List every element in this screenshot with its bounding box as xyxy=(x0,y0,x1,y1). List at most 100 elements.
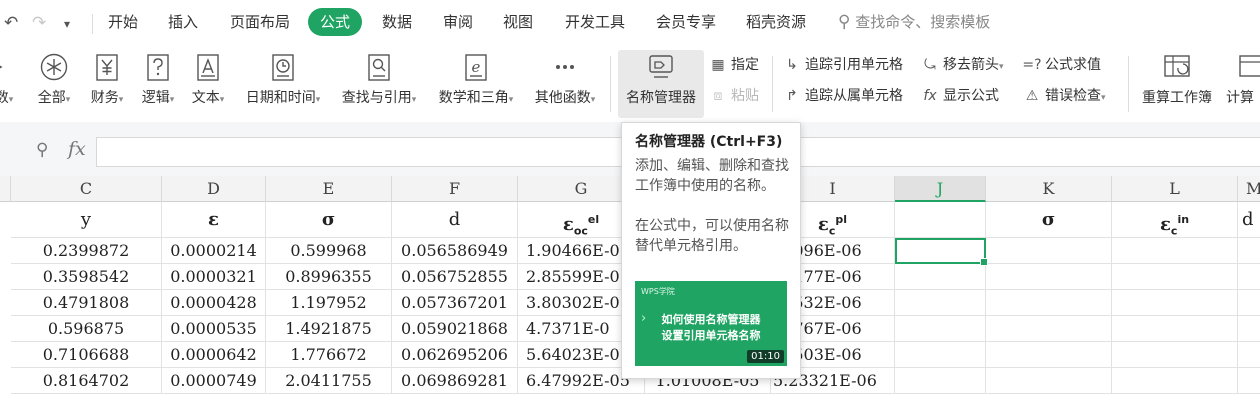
cell-e1[interactable]: 0.599968 xyxy=(266,238,392,264)
zoom-icon[interactable]: ⚲ xyxy=(36,140,48,160)
chevron-down-icon[interactable]: ▾ xyxy=(64,17,70,31)
cell-l3[interactable] xyxy=(1112,290,1238,316)
cell-d2[interactable]: 0.0000321 xyxy=(162,264,266,290)
cell-k6[interactable] xyxy=(986,368,1112,394)
active-cell-cursor[interactable] xyxy=(895,238,988,266)
header-cell-d[interactable]: d xyxy=(392,202,518,238)
column-header-j[interactable]: J xyxy=(895,176,986,202)
header-cell-j[interactable] xyxy=(895,202,986,238)
cell-d3[interactable]: 0.0000428 xyxy=(162,290,266,316)
cell-c1[interactable]: 0.2399872 xyxy=(11,238,162,264)
column-header-f[interactable]: F xyxy=(392,176,518,202)
cell-j3[interactable] xyxy=(895,290,986,316)
cell-l6[interactable] xyxy=(1112,368,1238,394)
tab-review[interactable]: 审阅 xyxy=(443,8,473,36)
remove-arrows-button[interactable]: ⤿ 移去箭头▾ xyxy=(920,53,1003,77)
cell-m2[interactable] xyxy=(1238,264,1260,290)
search-box[interactable]: ⚲ 查找命令、搜索模板 xyxy=(838,8,990,36)
cell-e6[interactable]: 2.0411755 xyxy=(266,368,392,394)
header-cell-epsilon-c-in[interactable]: εcin xyxy=(1112,202,1238,238)
cell-j6[interactable] xyxy=(895,368,986,394)
recalculate-workbook-button[interactable]: 重算工作簿 xyxy=(1136,50,1218,118)
header-cell-sigma-k[interactable]: σ xyxy=(986,202,1112,238)
cell-m5[interactable] xyxy=(1238,342,1260,368)
cell-f5[interactable]: 0.062695206 xyxy=(392,342,518,368)
cell-d5[interactable]: 0.0000642 xyxy=(162,342,266,368)
insert-function-button[interactable]: 数▾ xyxy=(0,50,24,118)
cell-l4[interactable] xyxy=(1112,316,1238,342)
cell-c3[interactable]: 0.4791808 xyxy=(11,290,162,316)
header-cell-sigma[interactable]: σ xyxy=(266,202,392,238)
cell-k1[interactable] xyxy=(986,238,1112,264)
cell-k5[interactable] xyxy=(986,342,1112,368)
math-trig-button[interactable]: e 数学和三角▾ xyxy=(432,50,520,118)
trace-dependents-button[interactable]: ↱ 追踪从属单元格 xyxy=(782,84,903,108)
cell-d6[interactable]: 0.0000749 xyxy=(162,368,266,394)
insert-function-icon[interactable]: fx xyxy=(68,138,86,160)
cell-m4[interactable] xyxy=(1238,316,1260,342)
tab-view[interactable]: 视图 xyxy=(503,8,533,36)
cell-l5[interactable] xyxy=(1112,342,1238,368)
cell-m3[interactable] xyxy=(1238,290,1260,316)
cell-f2[interactable]: 0.056752855 xyxy=(392,264,518,290)
cell-j2[interactable] xyxy=(895,264,986,290)
cell-f6[interactable]: 0.069869281 xyxy=(392,368,518,394)
cell-e2[interactable]: 0.8996355 xyxy=(266,264,392,290)
cell-f4[interactable]: 0.059021868 xyxy=(392,316,518,342)
cell-c6[interactable]: 0.8164702 xyxy=(11,368,162,394)
column-header-k[interactable]: K xyxy=(986,176,1112,202)
column-header-c[interactable]: C xyxy=(11,176,162,202)
fill-handle[interactable] xyxy=(980,258,988,266)
logical-button[interactable]: 逻辑▾ xyxy=(136,50,180,118)
error-checking-button[interactable]: ⚠ 错误检查▾ xyxy=(1022,84,1106,108)
cell-c5[interactable]: 0.7106688 xyxy=(11,342,162,368)
trace-precedents-button[interactable]: ↳ 追踪引用单元格 xyxy=(782,53,903,77)
cell-e4[interactable]: 1.4921875 xyxy=(266,316,392,342)
cell-l2[interactable] xyxy=(1112,264,1238,290)
more-functions-button[interactable]: 其他函数▾ xyxy=(528,50,602,118)
financial-button[interactable]: 财务▾ xyxy=(84,50,130,118)
paste-name-button[interactable]: ⧈ 粘贴 xyxy=(708,84,759,108)
cell-f3[interactable]: 0.057367201 xyxy=(392,290,518,316)
cell-c4[interactable]: 0.596875 xyxy=(11,316,162,342)
text-functions-button[interactable]: 文本▾ xyxy=(186,50,230,118)
cell-l1[interactable] xyxy=(1112,238,1238,264)
cell-j4[interactable] xyxy=(895,316,986,342)
cell-e5[interactable]: 1.776672 xyxy=(266,342,392,368)
all-functions-button[interactable]: 全部▾ xyxy=(32,50,76,118)
header-cell-y[interactable]: y xyxy=(11,202,162,238)
cell-k2[interactable] xyxy=(986,264,1112,290)
column-header-m[interactable]: M xyxy=(1238,176,1260,202)
cell-k4[interactable] xyxy=(986,316,1112,342)
tab-page-layout[interactable]: 页面布局 xyxy=(230,8,290,36)
redo-icon[interactable]: ↷ xyxy=(32,13,46,33)
cell-f1[interactable]: 0.056586949 xyxy=(392,238,518,264)
name-manager-button[interactable]: 名称管理器 xyxy=(618,50,704,118)
cell-e3[interactable]: 1.197952 xyxy=(266,290,392,316)
column-header-e[interactable]: E xyxy=(266,176,392,202)
evaluate-formula-button[interactable]: =? 公式求值 xyxy=(1022,53,1101,77)
lookup-reference-button[interactable]: 查找与引用▾ xyxy=(334,50,424,118)
cell-k3[interactable] xyxy=(986,290,1112,316)
specify-button[interactable]: ▦ 指定 xyxy=(708,53,759,77)
column-header-d[interactable]: D xyxy=(162,176,266,202)
row-header-corner[interactable] xyxy=(0,176,11,202)
cell-m1[interactable] xyxy=(1238,238,1260,264)
show-formulas-button[interactable]: fx 显示公式 xyxy=(920,84,999,108)
cell-m6[interactable] xyxy=(1238,368,1260,394)
tab-home[interactable]: 开始 xyxy=(108,8,138,36)
tab-developer[interactable]: 开发工具 xyxy=(565,8,625,36)
tab-formulas[interactable]: 公式 xyxy=(308,8,363,36)
header-cell-d-m[interactable]: d xyxy=(1238,202,1260,238)
cell-d4[interactable]: 0.0000535 xyxy=(162,316,266,342)
tab-member[interactable]: 会员专享 xyxy=(656,8,716,36)
date-time-button[interactable]: 日期和时间▾ xyxy=(238,50,328,118)
column-header-l[interactable]: L xyxy=(1112,176,1238,202)
tab-data[interactable]: 数据 xyxy=(382,8,412,36)
cell-c2[interactable]: 0.3598542 xyxy=(11,264,162,290)
tab-docer[interactable]: 稻壳资源 xyxy=(746,8,806,36)
tab-insert[interactable]: 插入 xyxy=(168,8,198,36)
cell-j5[interactable] xyxy=(895,342,986,368)
undo-icon[interactable]: ↶ xyxy=(4,13,18,33)
tutorial-video-thumbnail[interactable]: WPS学院 › 如何使用名称管理器 设置引用单元格名称 01:10 xyxy=(635,281,787,366)
